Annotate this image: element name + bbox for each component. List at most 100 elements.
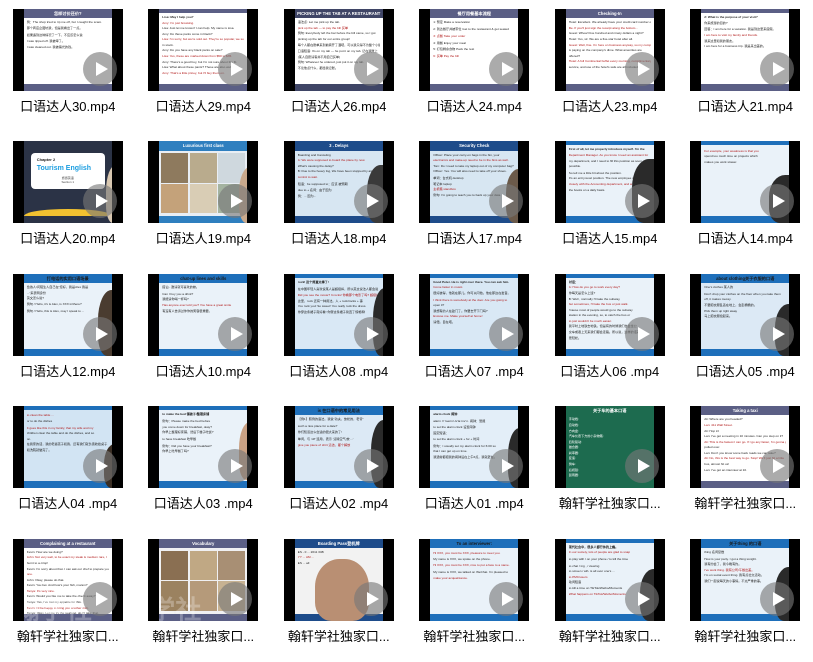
video-thumbnail[interactable]: to clean the table ... or to do the dishe… bbox=[12, 406, 123, 489]
file-item[interactable]: 现代社会中，很多人都行休抗上瘾。 In our society, lots of … bbox=[542, 530, 678, 662]
video-thumbnail[interactable]: First of all, let me properly introduce … bbox=[554, 141, 665, 224]
play-icon[interactable] bbox=[82, 449, 117, 484]
file-item[interactable]: First of all, let me properly introduce … bbox=[542, 132, 678, 264]
play-icon[interactable] bbox=[82, 52, 117, 86]
video-thumbnail[interactable]: Checking-In Hotel: Excellent. We already … bbox=[554, 9, 665, 91]
video-thumbnail[interactable]: Boarding Pass登机牌 ES - 0 ... 2011 34B YY ..… bbox=[283, 538, 394, 621]
play-icon[interactable] bbox=[489, 52, 524, 86]
file-name-label: 翰轩学社独家口... bbox=[16, 629, 119, 644]
file-item[interactable]: 对话： A: How do you go to work every day? 你每… bbox=[542, 265, 678, 397]
file-item[interactable]: 餐厅用餐基本流程 1: 预定 Make a reservation 2: 到达餐厅并… bbox=[407, 0, 543, 132]
slide-title: Vocabulary bbox=[159, 538, 248, 548]
card-sub-en: Section 1 bbox=[61, 180, 74, 185]
file-item[interactable]: 打电话的实用口语场景 给熟人/问陌生人自己在"您好，我是Alex 我是 ..."来表… bbox=[0, 265, 136, 397]
file-item[interactable]: chat-up lines and skills 搭讪 - 邀请就可喜欢的妹。 Ca… bbox=[136, 265, 272, 397]
video-thumbnail[interactable]: For example, your weakness is that you sp… bbox=[690, 141, 801, 224]
play-icon[interactable] bbox=[624, 449, 659, 484]
video-thumbnail[interactable]: rock! 这个简直太棒了! 在中国年轻人喜欢说某人是超级棒，所以英文说法人都会说… bbox=[283, 273, 394, 356]
file-item[interactable]: 2: What is the purpose of your visit? 你来旅… bbox=[678, 0, 813, 132]
video-thumbnail[interactable]: PICKING UP THE TAB AT A RESTAURANT 语法点: L… bbox=[283, 9, 394, 91]
video-thumbnail[interactable]: chat-up lines and skills 搭讪 - 邀请就可喜欢的妹。 Ca… bbox=[148, 273, 259, 356]
play-icon[interactable] bbox=[489, 581, 524, 616]
file-item[interactable]: Checking-In Hotel: Excellent. We already … bbox=[542, 0, 678, 132]
slide-text-line: Department Manager. As you know I need a… bbox=[568, 152, 649, 157]
video-thumbnail[interactable]: Lisa: May I help you? Amy: I'm just brows… bbox=[148, 9, 259, 91]
play-icon[interactable] bbox=[82, 184, 117, 219]
play-icon[interactable] bbox=[624, 184, 659, 219]
slide-text-line: one. bbox=[26, 572, 33, 577]
play-icon[interactable] bbox=[218, 581, 253, 616]
file-item[interactable]: Good Peter. He is right over there. You … bbox=[407, 265, 543, 397]
file-item[interactable]: 关于thing 的口语 thing 名词复数 How is your party. … bbox=[678, 530, 813, 662]
file-item[interactable]: 怎样讨价还价? 例：The shop tried to rip me off, b… bbox=[0, 0, 136, 132]
video-thumbnail[interactable]: 打电话的实用口语场景 给熟人/问陌生人自己在"您好，我是Alex 我是 ..."来表… bbox=[12, 273, 123, 356]
file-item[interactable]: about clothing关于衣服的口语 One's clothes 某人的 Do… bbox=[678, 265, 813, 397]
file-item[interactable]: 关于车的基本口语 手动档: 自动档: 方向盘: 汽车仪表下方的小杂物箱: 四轮驱动: 離合器… bbox=[542, 397, 678, 529]
video-thumbnail[interactable]: Vocabulary 学社 bbox=[148, 538, 259, 621]
file-item[interactable]: is 在口语中的常见用法 【例1】照例的语法。我说"功夫，放松的，老爷" such … bbox=[271, 397, 407, 529]
video-thumbnail[interactable]: about clothing关于衣服的口语 One's clothes 某人的 Do… bbox=[690, 273, 801, 356]
play-icon[interactable] bbox=[489, 316, 524, 351]
file-item[interactable]: To an interviewer: Hi XXX, you must be XX… bbox=[407, 530, 543, 662]
slide-text-line: Hi XXX, you must be XXX, pleasure to mee… bbox=[433, 551, 501, 556]
play-icon[interactable] bbox=[760, 316, 795, 351]
slide-text-line: 很好彼得，他就在那儿。你可以问他。他在那边在发音。 bbox=[433, 290, 511, 295]
video-thumbnail[interactable]: 餐厅用餐基本流程 1: 预定 Make a reservation 2: 到达餐厅并… bbox=[419, 9, 530, 91]
play-icon[interactable] bbox=[624, 316, 659, 351]
file-item[interactable]: alarm clock 闹钟 alarm /r' loerm/ /e'la:rm/… bbox=[407, 397, 543, 529]
play-icon[interactable] bbox=[353, 184, 388, 219]
file-item[interactable]: Taking a taxi Ali: Where are you headed? L… bbox=[678, 397, 813, 529]
file-item[interactable]: to clean the table ... or to do the dishe… bbox=[0, 397, 136, 529]
file-item[interactable]: Vocabulary 学社 翰轩学社独家口... bbox=[136, 530, 272, 662]
slide-text-line: 对话： bbox=[568, 279, 579, 284]
video-thumbnail[interactable]: Security Check Officer: Place your carry-… bbox=[419, 141, 530, 224]
play-icon[interactable] bbox=[82, 316, 117, 351]
video-thumbnail[interactable]: 怎样讨价还价? 例：The shop tried to rip me off, b… bbox=[12, 9, 123, 91]
slide-text-line: I'm on social event thing. 我有点社交活动。 bbox=[704, 573, 764, 578]
video-thumbnail[interactable]: 现代社会中，很多人都行休抗上瘾。 In our society, lots of … bbox=[554, 538, 665, 621]
play-icon[interactable] bbox=[624, 52, 659, 86]
file-item[interactable]: 3 . Delays Boarding and Canceling A: We we… bbox=[271, 132, 407, 264]
play-icon[interactable] bbox=[353, 449, 388, 484]
file-item[interactable]: For example, your weakness is that you sp… bbox=[678, 132, 813, 264]
play-icon[interactable] bbox=[760, 581, 795, 616]
file-item[interactable]: rock! 这个简直太棒了! 在中国年轻人喜欢说某人是超级棒，所以英文说法人都会说… bbox=[271, 265, 407, 397]
play-icon[interactable] bbox=[760, 52, 795, 86]
file-item[interactable]: to make the bed 铺被子/整理床铺 例句：Please make t… bbox=[136, 397, 272, 529]
slide-text-line: Guest: Whoa! Five hundred and ninety dol… bbox=[568, 31, 644, 36]
play-icon[interactable] bbox=[218, 316, 253, 351]
play-icon[interactable] bbox=[82, 581, 117, 616]
slide-text-line: pick up the tab — to pay the bill 买单 bbox=[297, 25, 348, 30]
video-thumbnail[interactable]: is 在口语中的常见用法 【例1】照例的语法。我说"功夫，放松的，老爷" such … bbox=[283, 406, 394, 489]
file-item[interactable]: Security Check Officer: Place your carry-… bbox=[407, 132, 543, 264]
video-thumbnail[interactable]: Chapter 2 Tourism English 旅游英语 Section 1 bbox=[12, 141, 123, 224]
video-thumbnail[interactable]: Taking a taxi Ali: Where are you headed? L… bbox=[690, 406, 801, 489]
video-thumbnail[interactable]: Luxurious first class bbox=[148, 141, 259, 224]
slide-text-line: 固定短语： bbox=[433, 431, 449, 436]
video-thumbnail[interactable]: 对话： A: How do you go to work every day? 你每… bbox=[554, 273, 665, 356]
play-icon[interactable] bbox=[353, 316, 388, 351]
file-item[interactable]: PICKING UP THE TAB AT A RESTAURANT 语法点: L… bbox=[271, 0, 407, 132]
video-thumbnail[interactable]: 关于车的基本口语 手动档: 自动档: 方向盘: 汽车仪表下方的小杂物箱: 四轮驱动: 離合器… bbox=[554, 406, 665, 489]
play-icon[interactable] bbox=[218, 52, 253, 86]
video-thumbnail[interactable]: Complaining at a restaurant Kevin: How ar… bbox=[12, 538, 123, 621]
video-thumbnail[interactable]: To an interviewer: Hi XXX, you must be XX… bbox=[419, 538, 530, 621]
file-item[interactable]: Lisa: May I help you? Amy: I'm just brows… bbox=[136, 0, 272, 132]
slide-text-line: Did you see the movie? It rocks! 你看那个电影了… bbox=[297, 293, 380, 298]
play-icon[interactable] bbox=[353, 52, 388, 86]
file-item[interactable]: Luxurious first class 口语达人19.mp4 bbox=[136, 132, 272, 264]
file-item[interactable]: Complaining at a restaurant Kevin: How ar… bbox=[0, 530, 136, 662]
slide-title: chat-up lines and skills bbox=[159, 273, 248, 284]
play-icon[interactable] bbox=[624, 581, 659, 616]
slide-text-line: 单词：台式机 desktop bbox=[433, 176, 464, 181]
video-thumbnail[interactable]: Good Peter. He is right over there. You … bbox=[419, 273, 530, 356]
video-thumbnail[interactable]: alarm clock 闹钟 alarm /r' loerm/ /e'la:rm/… bbox=[419, 406, 530, 489]
file-item[interactable]: Chapter 2 Tourism English 旅游英语 Section 1 口语达… bbox=[0, 132, 136, 264]
video-thumbnail[interactable]: to make the bed 铺被子/整理床铺 例句：Please make t… bbox=[148, 406, 259, 489]
file-item[interactable]: Boarding Pass登机牌 ES - 0 ... 2011 34B YY ..… bbox=[271, 530, 407, 662]
slide-text-line: 回答：I am here for a vacation. 我是到这里来度假。 bbox=[704, 27, 776, 32]
play-icon[interactable] bbox=[353, 581, 388, 616]
video-thumbnail[interactable]: 2: What is the purpose of your visit? 你来旅… bbox=[690, 9, 801, 91]
video-thumbnail[interactable]: 3 . Delays Boarding and Canceling A: We we… bbox=[283, 141, 394, 224]
video-thumbnail[interactable]: 关于thing 的口语 thing 名词复数 How is your party. … bbox=[690, 538, 801, 621]
